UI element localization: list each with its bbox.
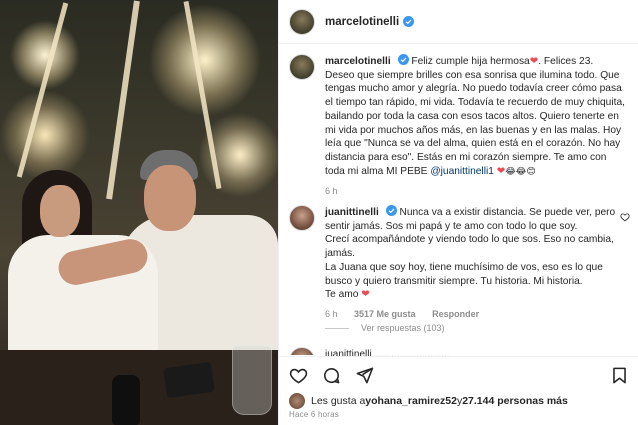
string-lights <box>0 90 90 180</box>
comment-bubble-icon[interactable] <box>322 366 341 385</box>
verified-badge-icon <box>397 54 409 65</box>
likes-summary[interactable]: Les gusta a yohana_ramirez52 y 27.144 pe… <box>289 393 568 409</box>
next-comment-preview: juanittinelli ..........................… <box>325 349 450 356</box>
comment-line: Te amo <box>325 289 359 301</box>
laughing-emojis: 😂😂😊 <box>505 166 536 177</box>
red-heart-emoji: ❤ <box>361 289 370 301</box>
father-face <box>144 165 196 231</box>
comment-text: juanittinelli Nunca va a existir distanc… <box>325 205 625 322</box>
reply-button[interactable]: Responder <box>432 309 479 319</box>
comment-line: Crecí acompañándote y viendo todo lo que… <box>325 234 614 260</box>
liker-avatar <box>289 393 305 409</box>
post-timestamp: Hace 6 horas <box>289 410 339 419</box>
next-comment-avatar <box>289 347 315 355</box>
caption-greeting: Feliz cumple hija hermosa <box>411 56 530 67</box>
liker-username[interactable]: yohana_ramirez52 <box>365 395 457 407</box>
comment: juanittinelli Nunca va a existir distanc… <box>289 205 634 322</box>
comment-line: La Juana que soy hoy, tiene muchísimo de… <box>325 261 603 287</box>
caption-username[interactable]: marcelotinelli <box>325 56 391 67</box>
likes-count[interactable]: 27.144 personas más <box>462 395 568 407</box>
pepper-grinder <box>112 375 140 425</box>
comment-likes[interactable]: 3517 Me gusta <box>354 309 416 319</box>
next-commenter-avatar[interactable] <box>289 347 315 355</box>
verified-badge-icon <box>403 16 415 27</box>
water-glass <box>232 345 272 415</box>
post-header: marcelotinelli <box>279 0 638 44</box>
caption-text: marcelotinelli Feliz cumple hija hermosa… <box>325 54 625 199</box>
comment-meta: 6 h 3517 Me gusta Responder <box>325 308 625 322</box>
commenter-avatar[interactable] <box>289 205 315 231</box>
red-heart-emoji: ❤ <box>496 165 506 177</box>
commenter-username[interactable]: juanittinelli <box>325 207 379 218</box>
mention-link[interactable]: @juanittinelli1 <box>430 166 494 177</box>
red-heart-emoji: ❤ <box>529 56 539 67</box>
author-avatar[interactable] <box>289 8 315 35</box>
likes-prefix: Les gusta a <box>311 395 366 407</box>
post-caption: marcelotinelli Feliz cumple hija hermosa… <box>289 54 629 199</box>
caption-meta: 6 h <box>325 185 625 199</box>
post-photo[interactable] <box>0 0 278 425</box>
replies-divider <box>325 327 349 329</box>
bookmark-icon[interactable] <box>610 366 629 385</box>
post-details-panel: marcelotinelli marcelotinelli Feliz cump… <box>278 0 638 425</box>
author-username[interactable]: marcelotinelli <box>325 16 399 28</box>
instagram-post: marcelotinelli marcelotinelli Feliz cump… <box>0 0 638 425</box>
lit-branch <box>106 0 140 200</box>
comment-like-heart-icon[interactable] <box>620 212 630 222</box>
action-icons <box>289 366 374 385</box>
daughter-face <box>40 185 80 237</box>
send-paper-plane-icon[interactable] <box>355 366 374 385</box>
caption-avatar[interactable] <box>289 54 315 80</box>
action-bar: Les gusta a yohana_ramirez52 y 27.144 pe… <box>279 356 638 425</box>
caption-time: 6 h <box>325 186 338 197</box>
heart-outline-icon[interactable] <box>289 366 308 385</box>
view-replies[interactable]: Ver respuestas (103) <box>325 323 445 333</box>
view-replies-label[interactable]: Ver respuestas (103) <box>361 323 445 333</box>
comment-time: 6 h <box>325 308 338 319</box>
caption-body: . Felices 23. Deseo que siempre brilles … <box>325 56 625 177</box>
verified-badge-icon <box>385 205 397 216</box>
